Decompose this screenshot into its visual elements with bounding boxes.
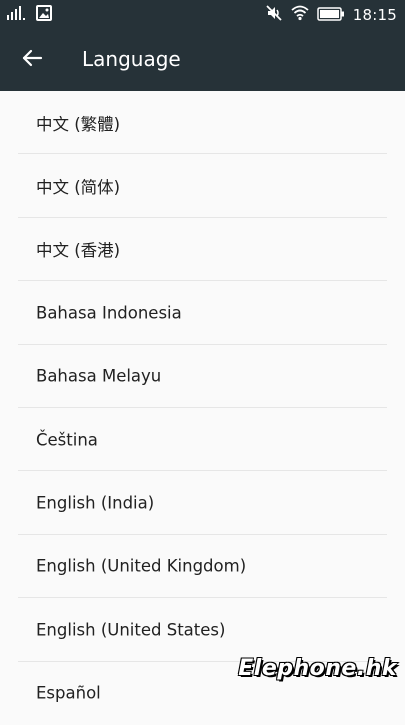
watermark: Elephone.hk <box>238 655 398 682</box>
language-item[interactable]: 中文 (简体) <box>0 154 405 218</box>
battery-icon <box>317 6 345 25</box>
language-item[interactable]: 中文 (香港) <box>0 218 405 282</box>
language-label: English (United Kingdom) <box>36 556 247 576</box>
language-list: 中文 (繁體) 中文 (简体) 中文 (香港) Bahasa Indonesia… <box>0 91 405 725</box>
language-label: Español <box>36 683 101 703</box>
image-notification-icon <box>36 5 52 25</box>
language-label: English (India) <box>36 493 155 513</box>
language-item[interactable]: English (United Kingdom) <box>0 535 405 599</box>
mute-icon <box>265 4 283 26</box>
language-label: Bahasa Indonesia <box>36 303 182 323</box>
language-label: 中文 (香港) <box>36 241 121 261</box>
language-label: English (United States) <box>36 620 226 640</box>
page-title: Language <box>82 47 181 71</box>
language-item[interactable]: Bahasa Melayu <box>0 345 405 408</box>
wifi-icon <box>291 5 309 25</box>
status-time: 18:15 <box>352 6 397 24</box>
language-label: Čeština <box>36 430 98 450</box>
arrow-left-icon <box>21 47 43 73</box>
language-item[interactable]: Čeština <box>0 408 405 472</box>
signal-icon <box>6 5 26 25</box>
language-item[interactable]: Bahasa Indonesia <box>0 281 405 345</box>
status-bar-right: 18:15 <box>265 4 397 26</box>
language-label: 中文 (繁體) <box>36 114 121 134</box>
language-label: 中文 (简体) <box>36 178 121 198</box>
language-label: Bahasa Melayu <box>36 366 162 386</box>
status-bar-left <box>6 5 52 25</box>
app-bar: Language <box>0 30 405 91</box>
language-item[interactable]: 中文 (繁體) <box>0 91 405 155</box>
back-button[interactable] <box>14 42 50 78</box>
status-bar: 18:15 <box>0 0 405 30</box>
language-item[interactable]: English (United States) <box>0 598 405 662</box>
language-item[interactable]: English (India) <box>0 471 405 535</box>
